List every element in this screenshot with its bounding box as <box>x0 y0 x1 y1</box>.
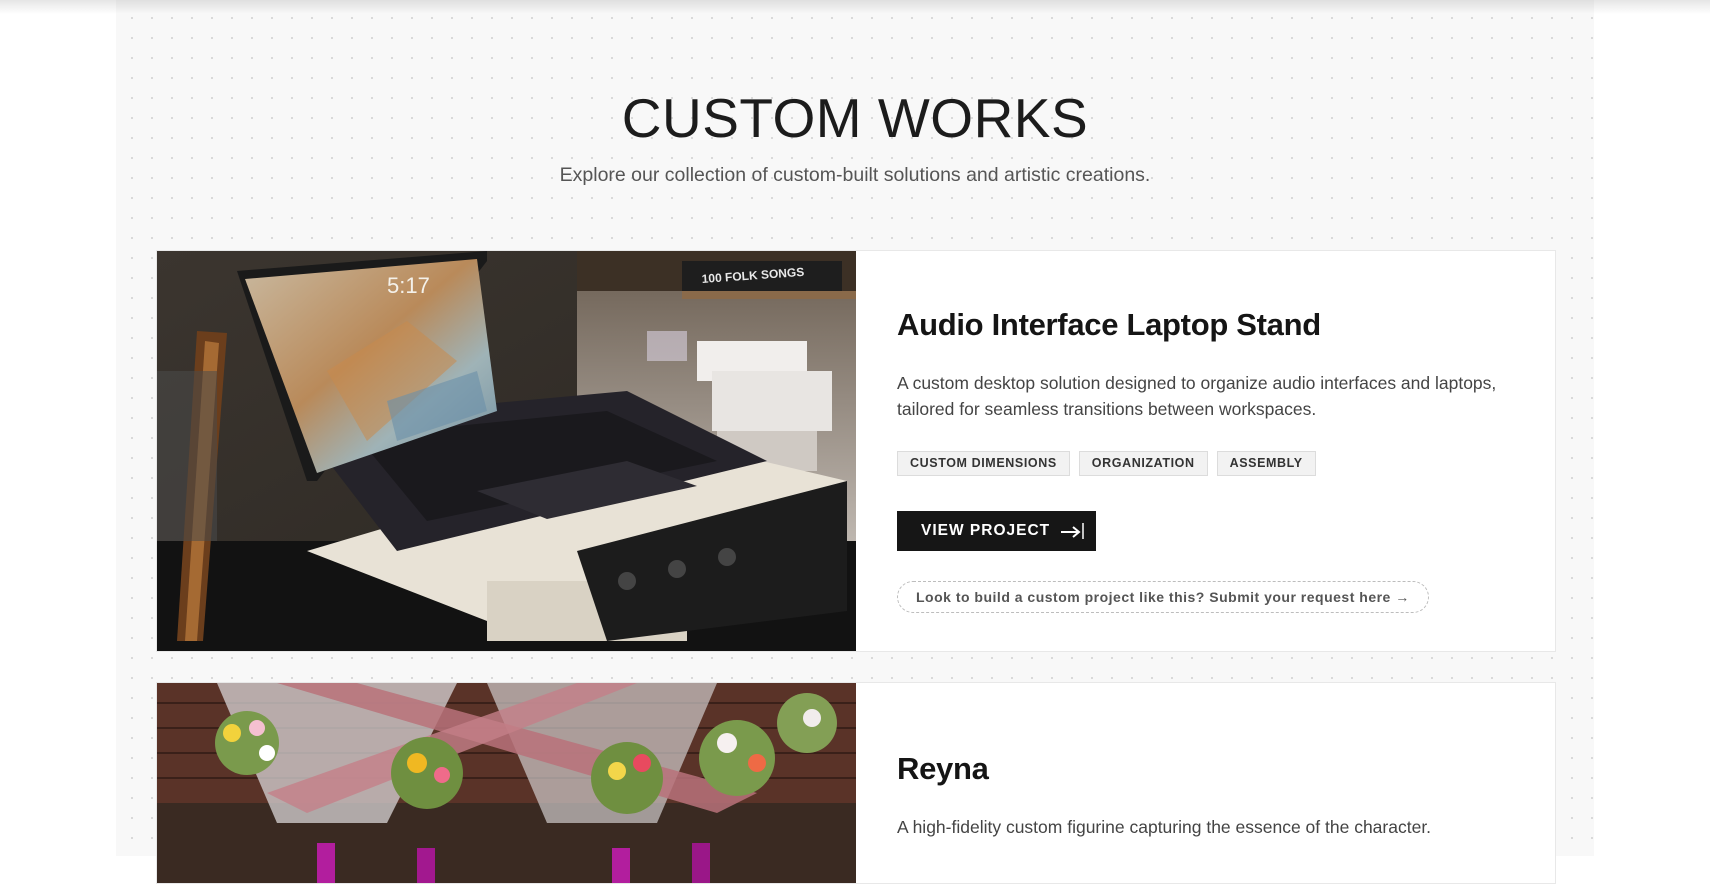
tag-assembly: ASSEMBLY <box>1216 451 1316 476</box>
project-image[interactable] <box>157 683 856 883</box>
arrow-right-icon <box>1060 522 1086 540</box>
laptop-screen-clock: 5:17 <box>387 273 430 298</box>
project-description: A high-fidelity custom figurine capturin… <box>897 817 1432 837</box>
view-project-button[interactable]: VIEW PROJECT <box>897 511 1096 551</box>
project-image[interactable]: 5:17 100 FOLK SONGS <box>157 251 856 651</box>
project-description: A custom desktop solution designed to or… <box>897 373 1497 419</box>
page-title: CUSTOM WORKS <box>621 87 1089 149</box>
custom-request-link[interactable]: Look to build a custom project like this… <box>897 581 1429 613</box>
project-card-reyna: Reyna A high-fidelity custom figurine ca… <box>156 682 1556 884</box>
page-container: CUSTOM WORKS Explore our collection of c… <box>116 0 1594 884</box>
reyna-floral-photo <box>157 683 856 883</box>
project-title: Audio Interface Laptop Stand <box>897 307 1321 342</box>
header-shadow <box>0 0 1710 14</box>
project-card-audio-stand: 5:17 100 FOLK SONGS Audio Interface Lapt… <box>156 250 1556 652</box>
tag-organization: ORGANIZATION <box>1078 451 1208 476</box>
laptop-stand-photo: 5:17 100 FOLK SONGS <box>157 251 856 651</box>
project-title: Reyna <box>897 751 989 786</box>
page-subtitle: Explore our collection of custom-built s… <box>559 164 1151 186</box>
tag-custom-dimensions: CUSTOM DIMENSIONS <box>897 451 1070 476</box>
view-project-label: VIEW PROJECT <box>921 522 1051 539</box>
project-tags: CUSTOM DIMENSIONS ORGANIZATION ASSEMBLY <box>897 451 1316 476</box>
